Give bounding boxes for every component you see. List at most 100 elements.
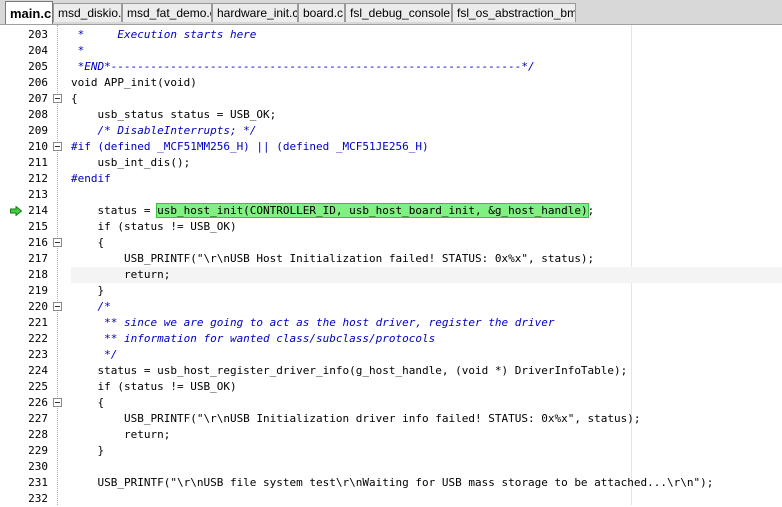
code-text: return; [71,267,782,283]
line-number: 217 [28,252,48,265]
code-line[interactable]: 205 *END*-------------------------------… [0,59,782,75]
code-line[interactable]: 203 * Execution starts here [0,27,782,43]
tab-hardware-init-c[interactable]: hardware_init.c [212,3,298,22]
code-text: USB_PRINTF("\r\nUSB Host Initialization … [71,252,595,265]
code-text: */ [71,348,118,361]
code-text: #endif [71,172,111,185]
code-text-before: status = [71,204,158,217]
code-text: if (status != USB_OK) [71,380,237,393]
line-number: 215 [28,220,48,233]
code-text: } [71,284,105,297]
code-line[interactable]: 222 ** information for wanted class/subc… [0,331,782,347]
line-number: 204 [28,44,48,57]
code-line[interactable]: 228 return; [0,427,782,443]
code-line[interactable]: 207 { [0,91,782,107]
code-text: usb_int_dis(); [71,156,191,169]
code-text: status = usb_host_register_driver_info(g… [71,364,628,377]
code-line[interactable]: 225 if (status != USB_OK) [0,379,782,395]
code-text: } [71,444,105,457]
line-number: 221 [28,316,48,329]
line-number: 223 [28,348,48,361]
line-number: 212 [28,172,48,185]
tab-fsl-os-abstraction-bm-c[interactable]: fsl_os_abstraction_bm.c [452,3,576,22]
code-text: * Execution starts here [71,28,257,41]
line-number: 225 [28,380,48,393]
line-number: 227 [28,412,48,425]
tab-fsl-debug-console-c[interactable]: fsl_debug_console.c [345,3,452,22]
code-line[interactable]: 221 ** since we are going to act as the … [0,315,782,331]
line-number: 207 [28,92,48,105]
code-text: status = usb_host_init(CONTROLLER_ID, us… [71,203,782,219]
line-number: 218 [28,268,48,281]
code-line[interactable]: 212 #endif [0,171,782,187]
code-line[interactable]: 213 [0,187,782,203]
line-number: 206 [28,76,48,89]
editor-tab-bar: main.c msd_diskio.c msd_fat_demo.c hardware… [0,0,782,25]
tab-board-c[interactable]: board.c [298,3,345,22]
code-line[interactable]: 215 if (status != USB_OK) [0,219,782,235]
code-line[interactable]: 206 void APP_init(void) [0,75,782,91]
execution-point-arrow-icon [10,206,22,216]
code-line[interactable]: 231 USB_PRINTF("\r\nUSB file system test… [0,475,782,491]
code-text: /* DisableInterrupts; */ [71,124,257,137]
code-line[interactable]: 209 /* DisableInterrupts; */ [0,123,782,139]
code-text: void APP_init(void) [71,76,197,89]
code-text: *END*-----------------------------------… [71,60,535,73]
code-line[interactable]: 230 [0,459,782,475]
code-line[interactable]: 219 } [0,283,782,299]
code-line[interactable]: 214 status = usb_host_init(CONTROLLER_ID… [0,203,782,219]
code-editor[interactable]: 203 * Execution starts here 204 * 205 *END… [0,25,782,505]
tab-msd-diskio-c[interactable]: msd_diskio.c [53,3,122,22]
code-line[interactable]: 226 { [0,395,782,411]
line-number: 231 [28,476,48,489]
code-text: { [71,396,105,409]
fold-collapse-icon[interactable] [53,398,62,407]
code-text-after: ; [587,204,595,217]
code-text: { [71,92,78,105]
code-line[interactable]: 208 usb_status status = USB_OK; [0,107,782,123]
line-number: 210 [28,140,48,153]
line-number: 216 [28,236,48,249]
code-line[interactable]: 220 /* [0,299,782,315]
code-text: usb_status status = USB_OK; [71,108,277,121]
line-number: 203 [28,28,48,41]
code-text: #if (defined _MCF51MM256_H) || (defined … [71,140,429,153]
code-text: ** information for wanted class/subclass… [71,332,436,345]
code-line[interactable]: 223 */ [0,347,782,363]
code-text: USB_PRINTF("\r\nUSB Initialization drive… [71,412,641,425]
line-number: 208 [28,108,48,121]
line-number: 226 [28,396,48,409]
tab-msd-fat-demo-c[interactable]: msd_fat_demo.c [122,3,212,22]
tab-main-c[interactable]: main.c [5,1,53,24]
fold-collapse-icon[interactable] [53,94,62,103]
code-line[interactable]: 210 #if (defined _MCF51MM256_H) || (defin… [0,139,782,155]
code-line[interactable]: 218 return; [0,267,782,283]
code-line[interactable]: 224 status = usb_host_register_driver_in… [0,363,782,379]
line-number: 219 [28,284,48,297]
line-number: 224 [28,364,48,377]
line-number: 209 [28,124,48,137]
highlighted-expression: usb_host_init(CONTROLLER_ID, usb_host_bo… [156,203,589,218]
code-line[interactable]: 211 usb_int_dis(); [0,155,782,171]
code-line[interactable]: 227 USB_PRINTF("\r\nUSB Initialization d… [0,411,782,427]
line-number: 220 [28,300,48,313]
code-text: ** since we are going to act as the host… [71,316,555,329]
line-number: 205 [28,60,48,73]
line-number: 230 [28,460,48,473]
code-line[interactable]: 216 { [0,235,782,251]
line-number: 228 [28,428,48,441]
line-number: 229 [28,444,48,457]
code-text: USB_PRINTF("\r\nUSB file system test\r\n… [71,476,714,489]
line-number: 222 [28,332,48,345]
code-text: * [71,44,85,57]
line-number: 213 [28,188,48,201]
code-line[interactable]: 204 * [0,43,782,59]
code-text: /* [71,300,111,313]
fold-collapse-icon[interactable] [53,302,62,311]
code-line[interactable]: 229 } [0,443,782,459]
fold-collapse-icon[interactable] [53,142,62,151]
code-line[interactable]: 217 USB_PRINTF("\r\nUSB Host Initializat… [0,251,782,267]
fold-collapse-icon[interactable] [53,238,62,247]
